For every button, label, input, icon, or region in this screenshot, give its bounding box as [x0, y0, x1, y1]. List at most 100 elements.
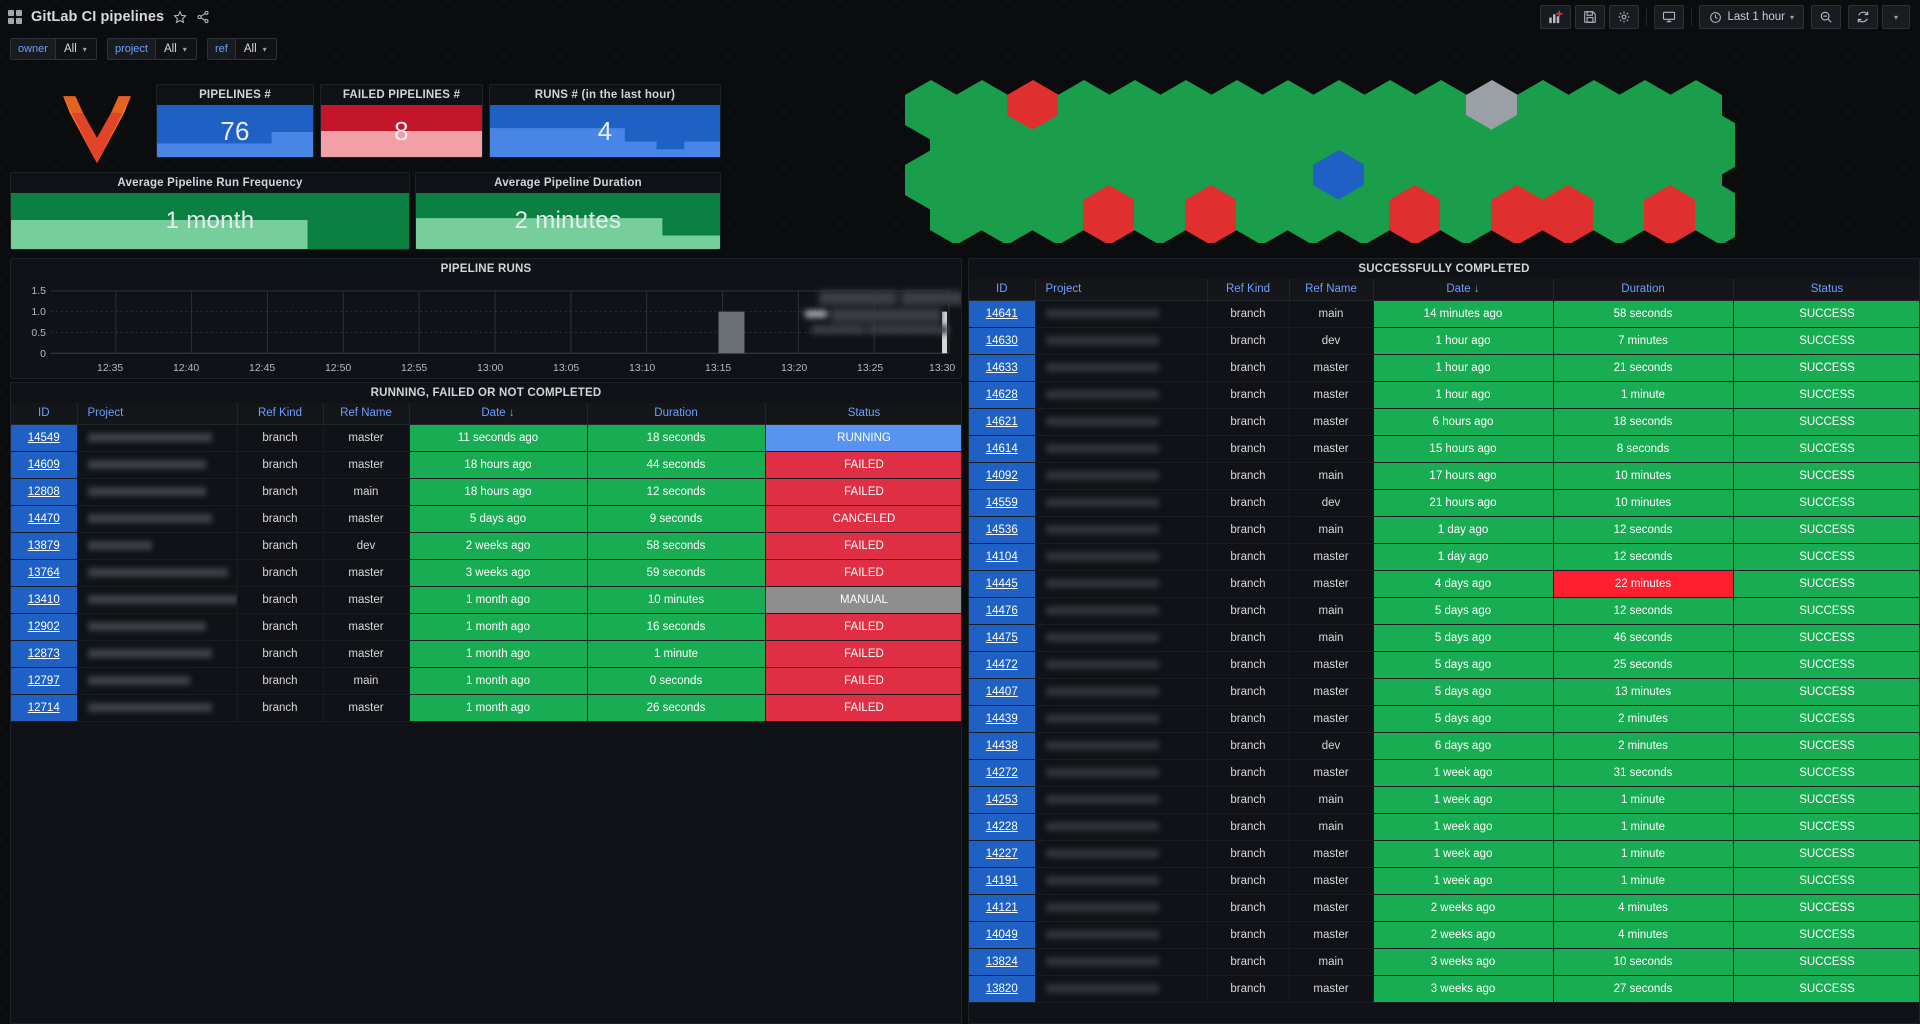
tv-mode-icon[interactable] — [1654, 5, 1685, 29]
table-row[interactable]: 14641 branch main 14 minutes ago 58 seconds S… — [969, 300, 1919, 328]
pipeline-id-link[interactable]: 14472 — [986, 659, 1018, 671]
pipeline-id-link[interactable]: 14191 — [986, 875, 1018, 887]
pipeline-id-link[interactable]: 14104 — [986, 551, 1018, 563]
pipeline-id-link[interactable]: 14470 — [28, 513, 60, 525]
table-row[interactable]: 14191 branch master 1 week ago 1 minute SUCCE… — [969, 867, 1919, 895]
cell-id[interactable]: 14641 — [969, 300, 1036, 328]
pipeline-id-link[interactable]: 12808 — [28, 486, 60, 498]
cell-id[interactable]: 14633 — [969, 354, 1036, 382]
cell-id[interactable]: 14104 — [969, 543, 1036, 571]
pipeline-id-link[interactable]: 14641 — [986, 308, 1018, 320]
table-row[interactable]: 14228 branch main 1 week ago 1 minute SUCCESS — [969, 813, 1919, 841]
table-row[interactable]: 14438 branch dev 6 days ago 2 minutes SUCCESS — [969, 732, 1919, 760]
cell-id[interactable]: 12873 — [11, 640, 78, 668]
table-row[interactable]: 13824 branch main 3 weeks ago 10 seconds SUCC… — [969, 948, 1919, 976]
cell-id[interactable]: 12808 — [11, 478, 78, 506]
cell-id[interactable]: 13824 — [969, 948, 1036, 976]
pipeline-id-link[interactable]: 13410 — [28, 594, 60, 606]
cell-id[interactable]: 14559 — [969, 489, 1036, 517]
pipeline-id-link[interactable]: 14633 — [986, 362, 1018, 374]
variable-project-value[interactable]: All ▾ — [155, 38, 197, 60]
col-header-ref-kind[interactable]: Ref Kind — [1207, 279, 1290, 301]
col-header-date[interactable]: Date ↓ — [409, 403, 588, 425]
pipeline-id-link[interactable]: 14628 — [986, 389, 1018, 401]
cell-id[interactable]: 14536 — [969, 516, 1036, 544]
share-icon[interactable] — [196, 10, 210, 24]
refresh-interval-dropdown[interactable]: ▾ — [1882, 5, 1910, 29]
variable-owner-value[interactable]: All ▾ — [54, 38, 97, 60]
table-row[interactable]: 14104 branch master 1 day ago 12 seconds SUCC… — [969, 543, 1919, 571]
pipeline-status-honeycomb-panel[interactable] — [905, 78, 1735, 243]
cell-id[interactable]: 14476 — [969, 597, 1036, 625]
time-range-picker[interactable]: Last 1 hour ▾ — [1699, 5, 1804, 29]
pipeline-id-link[interactable]: 12714 — [28, 702, 60, 714]
cell-id[interactable]: 14049 — [969, 921, 1036, 949]
cell-id[interactable]: 14609 — [11, 451, 78, 479]
cell-id[interactable]: 14121 — [969, 894, 1036, 922]
left-table-scroll-area[interactable]: ID Project Ref Kind Ref Name Date ↓ Dura… — [11, 403, 961, 1023]
table-row[interactable]: 12902 branch master 1 month ago 16 seconds FA… — [11, 613, 961, 641]
variable-project[interactable]: project All ▾ — [106, 38, 197, 60]
timeseries-panel-pipeline-runs[interactable]: PIPELINE RUNS 1.5 1.0 0.5 0 12:35 12:40 … — [10, 258, 962, 379]
col-header-project[interactable]: Project — [77, 403, 238, 425]
cell-id[interactable]: 13410 — [11, 586, 78, 614]
table-row[interactable]: 14049 branch master 2 weeks ago 4 minutes SUC… — [969, 921, 1919, 949]
table-row[interactable]: 12797 branch main 1 month ago 0 seconds FAILE… — [11, 667, 961, 695]
table-row[interactable]: 13410 branch master 1 month ago 10 minutes MA… — [11, 586, 961, 614]
stat-panel-failed-pipelines[interactable]: FAILED PIPELINES # 8 — [320, 84, 483, 158]
pipeline-id-link[interactable]: 14272 — [986, 767, 1018, 779]
table-row[interactable]: 14628 branch master 1 hour ago 1 minute SUCCE… — [969, 381, 1919, 409]
cell-id[interactable]: 14253 — [969, 786, 1036, 814]
table-row[interactable]: 14121 branch master 2 weeks ago 4 minutes SUC… — [969, 894, 1919, 922]
table-panel-successfully-completed[interactable]: SUCCESSFULLY COMPLETED ID Project Ref Ki… — [968, 258, 1920, 1024]
cell-id[interactable]: 14549 — [11, 424, 78, 452]
cell-id[interactable]: 14439 — [969, 705, 1036, 733]
stat-panel-pipelines[interactable]: PIPELINES # 76 — [156, 84, 314, 158]
gear-icon[interactable] — [1609, 5, 1640, 29]
variable-ref[interactable]: ref All ▾ — [207, 38, 277, 60]
pipeline-id-link[interactable]: 14228 — [986, 821, 1018, 833]
table-row[interactable]: 14621 branch master 6 hours ago 18 seconds SU… — [969, 408, 1919, 436]
cell-id[interactable]: 12902 — [11, 613, 78, 641]
star-icon[interactable] — [173, 10, 187, 24]
pipeline-id-link[interactable]: 14438 — [986, 740, 1018, 752]
pipeline-id-link[interactable]: 13879 — [28, 540, 60, 552]
dashboard-grid-icon[interactable] — [8, 10, 22, 24]
pipeline-id-link[interactable]: 12902 — [28, 621, 60, 633]
col-header-status[interactable]: Status — [1733, 279, 1919, 301]
cell-id[interactable]: 14472 — [969, 651, 1036, 679]
cell-id[interactable]: 14227 — [969, 840, 1036, 868]
table-row[interactable]: 14439 branch master 5 days ago 2 minutes SUCC… — [969, 705, 1919, 733]
table-row[interactable]: 13879 branch dev 2 weeks ago 58 seconds FAILE… — [11, 532, 961, 560]
pipeline-id-link[interactable]: 14253 — [986, 794, 1018, 806]
table-row[interactable]: 14445 branch master 4 days ago 22 minutes SUC… — [969, 570, 1919, 598]
right-table-scroll-area[interactable]: ID Project Ref Kind Ref Name Date ↓ Dura… — [969, 279, 1919, 1023]
pipeline-id-link[interactable]: 14407 — [986, 686, 1018, 698]
cell-id[interactable]: 14630 — [969, 327, 1036, 355]
table-row[interactable]: 14559 branch dev 21 hours ago 10 minutes SUCC… — [969, 489, 1919, 517]
cell-id[interactable]: 14228 — [969, 813, 1036, 841]
col-header-ref-kind[interactable]: Ref Kind — [237, 403, 324, 425]
table-row[interactable]: 14536 branch main 1 day ago 12 seconds SUCCES… — [969, 516, 1919, 544]
pipeline-id-link[interactable]: 13820 — [986, 983, 1018, 995]
pipeline-id-link[interactable]: 14476 — [986, 605, 1018, 617]
table-row[interactable]: 14227 branch master 1 week ago 1 minute SUCCE… — [969, 840, 1919, 868]
stat-panel-avg-duration[interactable]: Average Pipeline Duration 2 minutes — [415, 172, 721, 250]
table-row[interactable]: 12714 branch master 1 month ago 26 seconds FA… — [11, 694, 961, 722]
col-header-project[interactable]: Project — [1035, 279, 1208, 301]
pipeline-id-link[interactable]: 14621 — [986, 416, 1018, 428]
cell-id[interactable]: 14470 — [11, 505, 78, 533]
table-row[interactable]: 14272 branch master 1 week ago 31 seconds SUC… — [969, 759, 1919, 787]
pipeline-id-link[interactable]: 14445 — [986, 578, 1018, 590]
pipeline-id-link[interactable]: 14549 — [28, 432, 60, 444]
table-row[interactable]: 14092 branch main 17 hours ago 10 minutes SUC… — [969, 462, 1919, 490]
pipeline-id-link[interactable]: 14121 — [986, 902, 1018, 914]
table-row[interactable]: 14472 branch master 5 days ago 25 seconds SUC… — [969, 651, 1919, 679]
pipeline-id-link[interactable]: 14439 — [986, 713, 1018, 725]
cell-id[interactable]: 13879 — [11, 532, 78, 560]
table-row[interactable]: 14476 branch main 5 days ago 12 seconds SUCCE… — [969, 597, 1919, 625]
pipeline-id-link[interactable]: 14609 — [28, 459, 60, 471]
table-row[interactable]: 14253 branch main 1 week ago 1 minute SUCCESS — [969, 786, 1919, 814]
cell-id[interactable]: 14272 — [969, 759, 1036, 787]
table-row[interactable]: 14407 branch master 5 days ago 13 minutes SUC… — [969, 678, 1919, 706]
